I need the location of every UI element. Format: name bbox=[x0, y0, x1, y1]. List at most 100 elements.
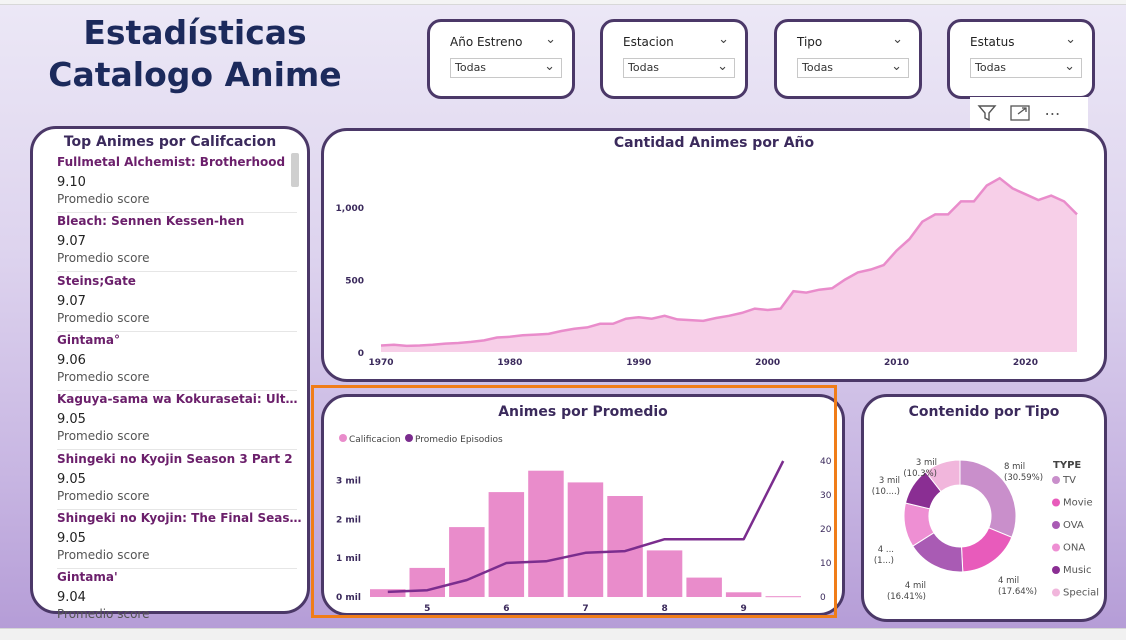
legend-marker-calificacion bbox=[339, 434, 347, 442]
list-item[interactable]: Shingeki no Kyojin Season 3 Part 2 9.05 Pr… bbox=[57, 452, 307, 503]
slice-label: 4 mil bbox=[998, 576, 1019, 586]
slicer-dropdown[interactable]: Todas ⌄ bbox=[970, 58, 1082, 78]
more-options-icon[interactable]: ⋯ bbox=[1036, 97, 1069, 129]
anime-score: 9.05 bbox=[57, 530, 86, 546]
list-item[interactable]: Kaguya-sama wa Kokurasetai: Ultra Rom...… bbox=[57, 392, 307, 443]
y-tick-label-left: 1 mil bbox=[336, 554, 361, 564]
slicer-label: Tipo bbox=[797, 35, 823, 49]
list-item[interactable]: Bleach: Sennen Kessen-hen 9.07 Promedio sc… bbox=[57, 214, 307, 265]
slice-label: 4 mil bbox=[905, 581, 926, 591]
slicer-estatus[interactable]: Estatus ⌄ Todas ⌄ bbox=[947, 19, 1095, 99]
anime-name: Bleach: Sennen Kessen-hen bbox=[57, 214, 245, 229]
score-caption: Promedio score bbox=[57, 192, 150, 206]
chevron-down-icon[interactable]: ⌄ bbox=[545, 32, 556, 47]
slicer-value: Todas bbox=[802, 61, 834, 74]
x-tick-label: 2010 bbox=[884, 358, 909, 368]
legend-marker bbox=[1052, 521, 1060, 529]
y-tick-label-right: 30 bbox=[820, 491, 832, 501]
bar bbox=[449, 527, 485, 597]
list-item[interactable]: Shingeki no Kyojin: The Final Season - K… bbox=[57, 511, 307, 562]
slice-label: (17.64%) bbox=[998, 587, 1037, 597]
anime-score: 9.05 bbox=[57, 412, 86, 428]
list-separator bbox=[57, 212, 297, 213]
slicer-value: Todas bbox=[628, 61, 660, 74]
legend-label: OVA bbox=[1063, 520, 1084, 531]
visual-header-toolbar: ⋯ bbox=[970, 97, 1088, 129]
anime-name: Shingeki no Kyojin: The Final Season - K… bbox=[57, 510, 302, 525]
legend-title: TYPE bbox=[1053, 460, 1081, 471]
top-animes-title: Top Animes por Califcacion bbox=[63, 134, 277, 150]
chevron-down-icon: ⌄ bbox=[717, 59, 728, 74]
anime-name: Gintama° bbox=[57, 332, 120, 347]
bar bbox=[488, 492, 525, 597]
anime-name: Kaguya-sama wa Kokurasetai: Ultra Rom... bbox=[57, 392, 302, 407]
animes-por-promedio-card: Animes por Promedio Calificacion Promedio… bbox=[321, 394, 845, 616]
legend-marker bbox=[1052, 498, 1060, 507]
slice-label: 8 mil bbox=[1004, 462, 1025, 472]
contenido-por-tipo-chart: 8 mil(30.59%)4 mil(17.64%)4 mil(16.41%)4… bbox=[872, 458, 1099, 602]
score-caption: Promedio score bbox=[57, 488, 150, 503]
legend-label: Calificacion bbox=[349, 435, 401, 445]
bar bbox=[409, 567, 445, 597]
slicer-dropdown[interactable]: Todas ⌄ bbox=[450, 58, 562, 78]
focus-mode-icon[interactable] bbox=[1003, 97, 1036, 129]
list-separator bbox=[57, 330, 297, 332]
slice-label: 3 mil bbox=[916, 458, 937, 468]
y-tick-label: 500 bbox=[345, 277, 364, 287]
legend-marker bbox=[1052, 588, 1060, 597]
x-tick-label: 6 bbox=[503, 604, 509, 614]
slicer-estacion[interactable]: Estacion ⌄ Todas ⌄ bbox=[600, 19, 748, 99]
bar bbox=[765, 596, 801, 598]
anime-score: 9.10 bbox=[57, 175, 86, 190]
page-title-line1: Estadísticas bbox=[83, 13, 307, 52]
anime-name: Fullmetal Alchemist: Brotherhood bbox=[57, 155, 286, 169]
slicer-dropdown[interactable]: Todas ⌄ bbox=[797, 58, 909, 78]
slicer-label: Estacion bbox=[623, 35, 674, 49]
slice-label: (30.59%) bbox=[1004, 473, 1043, 483]
slicer-ano-estreno[interactable]: Año Estreno ⌄ Todas ⌄ bbox=[427, 19, 575, 99]
score-caption: Promedio score bbox=[57, 429, 150, 444]
slice-label: (10.3%) bbox=[903, 469, 937, 479]
pie-slice bbox=[960, 527, 1013, 573]
legend-marker-episodios bbox=[405, 434, 413, 442]
page-title-line2: Catalogo Anime bbox=[48, 55, 342, 94]
anime-score: 9.07 bbox=[57, 293, 86, 309]
x-tick-label: 2000 bbox=[755, 358, 780, 368]
chevron-down-icon[interactable]: ⌄ bbox=[892, 32, 903, 47]
anime-name: Shingeki no Kyojin Season 3 Part 2 bbox=[57, 451, 293, 466]
slicer-value: Todas bbox=[455, 61, 487, 74]
y-tick-label-left: 3 mil bbox=[336, 476, 361, 486]
anime-score: 9.07 bbox=[57, 234, 86, 250]
bar bbox=[567, 482, 604, 597]
top-border bbox=[0, 0, 1126, 5]
chevron-down-icon[interactable]: ⌄ bbox=[1065, 32, 1076, 47]
legend-marker bbox=[1052, 476, 1060, 484]
score-caption: Promedio score bbox=[57, 251, 150, 266]
x-tick-label: 2020 bbox=[1013, 358, 1038, 368]
area-fill bbox=[381, 178, 1077, 352]
list-item[interactable]: Steins;Gate 9.07 Promedio score bbox=[57, 274, 307, 325]
list-item[interactable]: Gintama° 9.06 Promedio score bbox=[57, 333, 307, 384]
filter-icon[interactable] bbox=[970, 97, 1003, 129]
y-tick-label-right: 40 bbox=[820, 457, 832, 467]
slicer-label: Año Estreno bbox=[450, 35, 523, 49]
chevron-down-icon[interactable]: ⌄ bbox=[718, 32, 729, 47]
legend-label: Music bbox=[1063, 565, 1091, 576]
legend-label: ONA bbox=[1063, 543, 1085, 554]
list-item[interactable]: Gintama' 9.04 Promedio score bbox=[57, 570, 307, 621]
list-item[interactable]: Fullmetal Alchemist: Brotherhood 9.10 Prom… bbox=[57, 155, 307, 206]
y-tick-label-right: 0 bbox=[820, 593, 826, 603]
y-tick-label-left: 2 mil bbox=[336, 515, 361, 525]
legend-marker bbox=[1052, 566, 1060, 574]
slicer-tipo[interactable]: Tipo ⌄ Todas ⌄ bbox=[774, 19, 922, 99]
chevron-down-icon: ⌄ bbox=[891, 59, 902, 74]
slice-label: (10....) bbox=[872, 487, 900, 497]
legend-marker bbox=[1052, 543, 1060, 552]
list-separator bbox=[57, 567, 297, 569]
anime-score: 9.05 bbox=[57, 471, 86, 487]
anime-per-year-card: Cantidad Animes por Año 0 500 1,000 1970 198… bbox=[321, 128, 1107, 382]
y-tick-label-left: 0 mil bbox=[336, 593, 361, 603]
anime-per-year-chart: 0 500 1,000 1970 1980 1990 2000 2010 2020 bbox=[336, 176, 1078, 368]
chevron-down-icon: ⌄ bbox=[544, 59, 555, 74]
slicer-dropdown[interactable]: Todas ⌄ bbox=[623, 58, 735, 78]
